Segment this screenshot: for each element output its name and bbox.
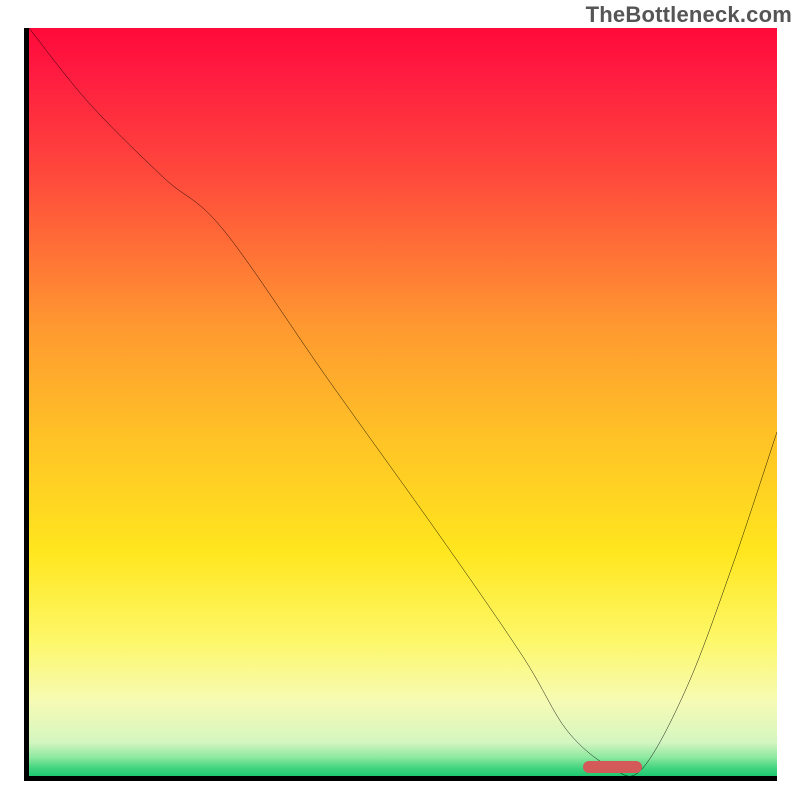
optimum-marker [583, 761, 643, 773]
background-gradient [29, 28, 777, 776]
chart-container: TheBottleneck.com [0, 0, 800, 800]
watermark-text: TheBottleneck.com [586, 2, 792, 28]
plot-area [24, 28, 777, 781]
